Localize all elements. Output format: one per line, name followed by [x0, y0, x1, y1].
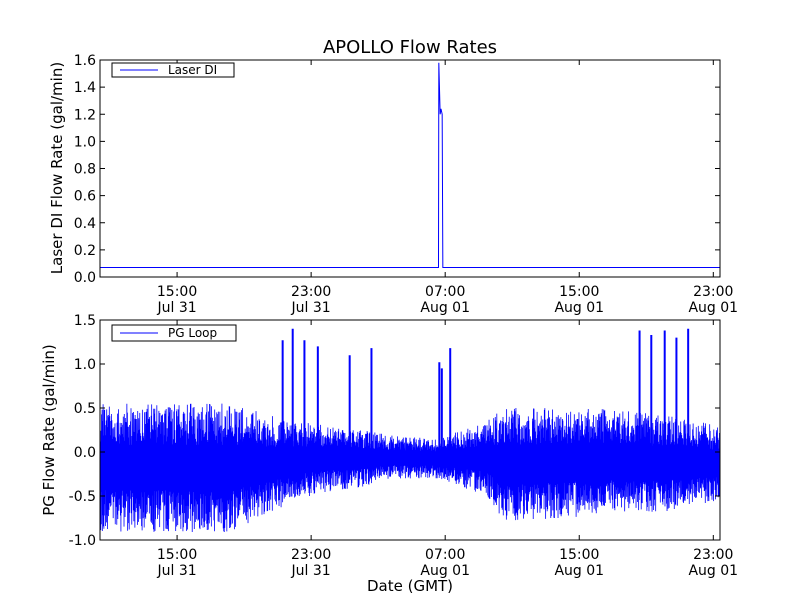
x-tick-time: 23:00 — [693, 284, 733, 300]
x-tick-time: 23:00 — [693, 547, 733, 563]
laser-di-series — [100, 62, 720, 269]
pg-loop-line — [99, 403, 721, 533]
y-tick-label: 0.0 — [74, 445, 96, 461]
laser-di-frame — [99, 59, 721, 278]
x-tick-date: Aug 01 — [554, 300, 604, 316]
x-tick-time: 15:00 — [157, 284, 197, 300]
laser-di-y-label: Laser DI Flow Rate (gal/min) — [48, 62, 66, 274]
laser-di-line — [100, 62, 720, 269]
y-tick-label: 0.5 — [74, 401, 96, 417]
y-tick-label: -1.0 — [69, 533, 96, 549]
y-tick-label: 1.0 — [74, 134, 96, 150]
pg-legend: PG Loop — [111, 324, 237, 342]
chart-title: APOLLO Flow Rates — [323, 37, 497, 58]
x-tick-time: 23:00 — [291, 547, 331, 563]
laser-di-x-ticks: 15:00Jul 3123:00Jul 3107:00Aug 0115:00Au… — [157, 60, 738, 316]
x-tick-time: 15:00 — [157, 547, 197, 563]
x-tick-date: Aug 01 — [420, 300, 470, 316]
figure: APOLLO Flow Rates 0.0 0.2 0.4 0.6 0.8 1.0 1.2 1… — [40, 37, 738, 595]
x-axis-label: Date (GMT) — [367, 577, 453, 595]
y-tick-label: 1.6 — [74, 53, 96, 69]
x-tick-date: Aug 01 — [688, 563, 738, 579]
y-tick-label: 1.5 — [74, 313, 96, 329]
x-tick-date: Jul 31 — [157, 300, 197, 316]
pg-loop-series — [99, 328, 721, 533]
y-tick-label: 0.4 — [74, 216, 96, 232]
y-tick-label: 1.0 — [74, 357, 96, 373]
x-tick-date: Jul 31 — [291, 300, 331, 316]
x-tick-time: 07:00 — [425, 547, 465, 563]
laser-di-y-ticks: 0.0 0.2 0.4 0.6 0.8 1.0 1.2 1.4 1.6 — [74, 53, 720, 286]
x-tick-time: 15:00 — [559, 547, 599, 563]
x-tick-date: Aug 01 — [688, 300, 738, 316]
pg-y-label: PG Flow Rate (gal/min) — [40, 344, 58, 516]
x-tick-time: 23:00 — [291, 284, 331, 300]
y-tick-label: 1.2 — [74, 107, 96, 123]
pg-panel: -1.0-0.50.00.51.01.5 15:00Jul 3123:00Jul… — [40, 313, 738, 579]
y-tick-label: 0.2 — [74, 243, 96, 259]
laser-di-legend: Laser DI — [111, 62, 235, 78]
x-tick-date: Jul 31 — [291, 563, 331, 579]
y-tick-label: 0.0 — [74, 270, 96, 286]
laser-di-panel: 0.00.20.40.60.81.01.21.41.6 15:00Jul 312… — [48, 53, 738, 316]
y-tick-label: 0.6 — [74, 189, 96, 205]
x-tick-date: Aug 01 — [554, 563, 604, 579]
legend-label: Laser DI — [168, 63, 217, 77]
legend-label: PG Loop — [168, 326, 217, 340]
y-tick-label: -0.5 — [69, 489, 96, 505]
x-tick-time: 07:00 — [425, 284, 465, 300]
x-tick-time: 15:00 — [559, 284, 599, 300]
y-tick-label: 0.8 — [74, 162, 96, 178]
y-tick-label: 1.4 — [74, 80, 96, 96]
x-tick-date: Jul 31 — [157, 563, 197, 579]
